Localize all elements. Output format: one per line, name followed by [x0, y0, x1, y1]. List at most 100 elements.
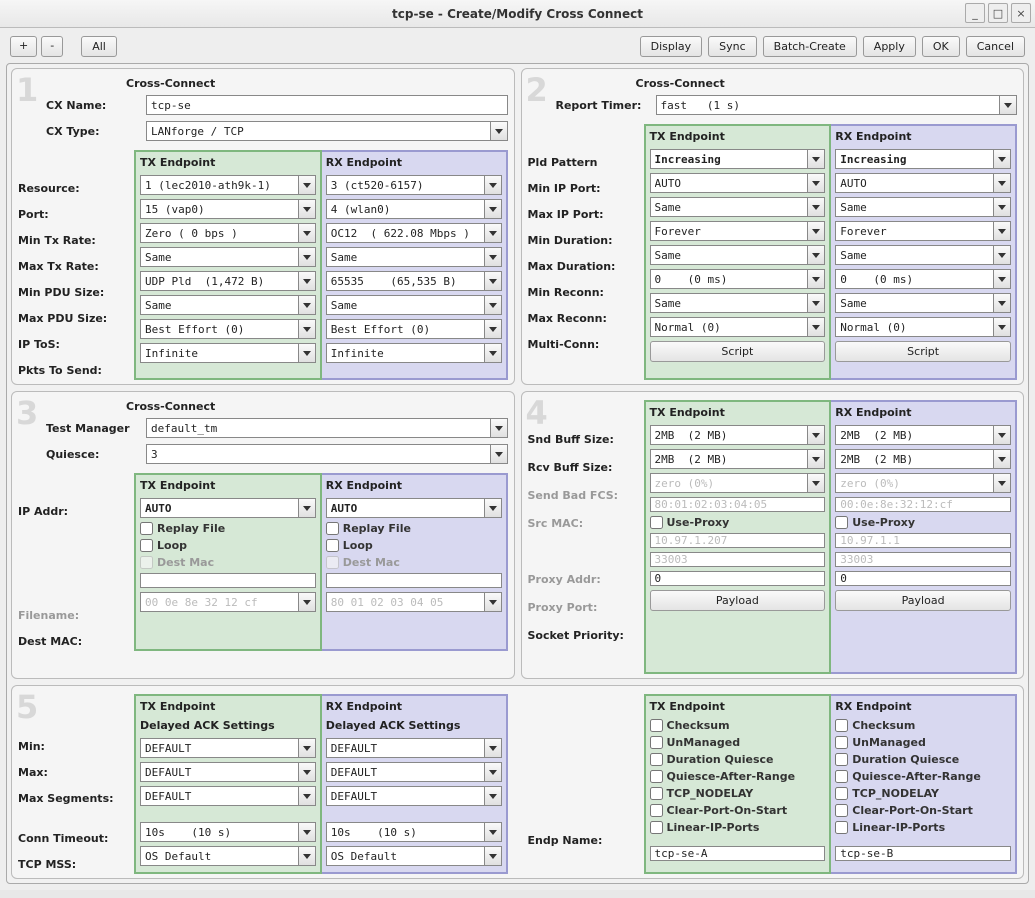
rx-tcp-nodelay-checkbox[interactable]: TCP_NODELAY — [835, 787, 1011, 800]
rx-maxdur-select[interactable] — [835, 245, 1011, 265]
rx-resource-select[interactable] — [326, 175, 502, 195]
tx-tcp-mss-select[interactable] — [140, 846, 316, 866]
all-button[interactable]: All — [81, 36, 117, 57]
tx-minrec-select[interactable] — [650, 269, 826, 289]
tx-payload-button[interactable]: Payload — [650, 590, 826, 611]
tx-filename-input[interactable] — [140, 573, 316, 588]
rx-port-select[interactable] — [326, 199, 502, 219]
rx-ack-max-select[interactable] — [326, 762, 502, 782]
rx-snd-select[interactable] — [835, 425, 1011, 445]
rx-max-seg-select[interactable] — [326, 786, 502, 806]
test-manager-select[interactable] — [146, 418, 508, 438]
tx-socket-priority-input[interactable] — [650, 571, 826, 586]
rx-script-button[interactable]: Script — [835, 341, 1011, 362]
maximize-button[interactable]: □ — [988, 3, 1008, 23]
rx-pld-select[interactable] — [835, 149, 1011, 169]
tx-maxdur-select[interactable] — [650, 245, 826, 265]
tx-pld-select[interactable] — [650, 149, 826, 169]
tx-ip-select[interactable] — [140, 498, 316, 518]
tx-duration-quiesce-checkbox[interactable]: Duration Quiesce — [650, 753, 826, 766]
expand-button[interactable]: + — [10, 36, 37, 57]
tx-checksum-checkbox[interactable]: Checksum — [650, 719, 826, 732]
rx-maxip-select[interactable] — [835, 197, 1011, 217]
rx-max-pdu-select[interactable] — [326, 295, 502, 315]
collapse-button[interactable]: - — [41, 36, 63, 57]
tx-loop-checkbox[interactable]: Loop — [140, 539, 316, 552]
tx-maxrec-select[interactable] — [650, 293, 826, 313]
batch-create-button[interactable]: Batch-Create — [763, 36, 857, 57]
tx-pkts-select[interactable] — [140, 343, 316, 363]
panel-3: 3 Cross-Connect Test Manager Quiesce: IP… — [11, 391, 515, 679]
rx-min-pdu-select[interactable] — [326, 271, 502, 291]
tx-port-select[interactable] — [140, 199, 316, 219]
tx-ack-min-select[interactable] — [140, 738, 316, 758]
rx-maxrec-select[interactable] — [835, 293, 1011, 313]
rx-unmanaged-checkbox[interactable]: UnManaged — [835, 736, 1011, 749]
rx-payload-button[interactable]: Payload — [835, 590, 1011, 611]
rx-socket-priority-input[interactable] — [835, 571, 1011, 586]
endp-name-b-input[interactable] — [835, 846, 1011, 861]
tx-linear-ip-ports-checkbox[interactable]: Linear-IP-Ports — [650, 821, 826, 834]
tx-ack-max-select[interactable] — [140, 762, 316, 782]
tx-proxy-addr-input — [650, 533, 826, 548]
rx-tcp-mss-select[interactable] — [326, 846, 502, 866]
rx-multi-select[interactable] — [835, 317, 1011, 337]
rx-use-proxy-checkbox[interactable]: Use-Proxy — [835, 516, 1011, 529]
apply-button[interactable]: Apply — [863, 36, 916, 57]
tx-conn-timeout-select[interactable] — [140, 822, 316, 842]
tx-max-pdu-select[interactable] — [140, 295, 316, 315]
ok-button[interactable]: OK — [922, 36, 960, 57]
tx-replay-checkbox[interactable]: Replay File — [140, 522, 316, 535]
rx-duration-quiesce-checkbox[interactable]: Duration Quiesce — [835, 753, 1011, 766]
rx-filename-input[interactable] — [326, 573, 502, 588]
tx-clear-port-checkbox[interactable]: Clear-Port-On-Start — [650, 804, 826, 817]
endp-name-a-input[interactable] — [650, 846, 826, 861]
report-timer-label: Report Timer: — [556, 99, 656, 112]
tx-min-pdu-select[interactable] — [140, 271, 316, 291]
rx-ip-select[interactable] — [326, 498, 502, 518]
cancel-button[interactable]: Cancel — [966, 36, 1025, 57]
display-button[interactable]: Display — [640, 36, 703, 57]
tx-max-seg-select[interactable] — [140, 786, 316, 806]
p5-rx-sub: Delayed ACK Settings — [326, 719, 502, 732]
tx-maxip-select[interactable] — [650, 197, 826, 217]
rx-minrec-select[interactable] — [835, 269, 1011, 289]
rx-conn-timeout-select[interactable] — [326, 822, 502, 842]
rx-pkts-select[interactable] — [326, 343, 502, 363]
rx-tos-select[interactable] — [326, 319, 502, 339]
quiesce-select[interactable] — [146, 444, 508, 464]
rx-minip-select[interactable] — [835, 173, 1011, 193]
cx-name-input[interactable] — [146, 95, 508, 115]
rx-checksum-checkbox[interactable]: Checksum — [835, 719, 1011, 732]
tx-quiesce-after-range-checkbox[interactable]: Quiesce-After-Range — [650, 770, 826, 783]
rx-min-rate-select[interactable] — [326, 223, 502, 243]
tx-min-rate-select[interactable] — [140, 223, 316, 243]
tx-multi-select[interactable] — [650, 317, 826, 337]
cx-type-select[interactable] — [146, 121, 508, 141]
tx-resource-select[interactable] — [140, 175, 316, 195]
rx-clear-port-checkbox[interactable]: Clear-Port-On-Start — [835, 804, 1011, 817]
rx-linear-ip-ports-checkbox[interactable]: Linear-IP-Ports — [835, 821, 1011, 834]
tx-script-button[interactable]: Script — [650, 341, 826, 362]
tx-tcp-nodelay-checkbox[interactable]: TCP_NODELAY — [650, 787, 826, 800]
minimize-button[interactable]: _ — [965, 3, 985, 23]
report-timer-select[interactable] — [656, 95, 1018, 115]
rx-max-rate-select[interactable] — [326, 247, 502, 267]
rx-mindur-select[interactable] — [835, 221, 1011, 241]
tx-rcv-select[interactable] — [650, 449, 826, 469]
rx-replay-checkbox[interactable]: Replay File — [326, 522, 502, 535]
p5-tx-sub: Delayed ACK Settings — [140, 719, 316, 732]
rx-quiesce-after-range-checkbox[interactable]: Quiesce-After-Range — [835, 770, 1011, 783]
close-button[interactable]: × — [1011, 3, 1031, 23]
tx-max-rate-select[interactable] — [140, 247, 316, 267]
rx-loop-checkbox[interactable]: Loop — [326, 539, 502, 552]
tx-minip-select[interactable] — [650, 173, 826, 193]
tx-mindur-select[interactable] — [650, 221, 826, 241]
tx-unmanaged-checkbox[interactable]: UnManaged — [650, 736, 826, 749]
rx-rcv-select[interactable] — [835, 449, 1011, 469]
tx-tos-select[interactable] — [140, 319, 316, 339]
rx-ack-min-select[interactable] — [326, 738, 502, 758]
tx-snd-select[interactable] — [650, 425, 826, 445]
tx-use-proxy-checkbox[interactable]: Use-Proxy — [650, 516, 826, 529]
sync-button[interactable]: Sync — [708, 36, 757, 57]
